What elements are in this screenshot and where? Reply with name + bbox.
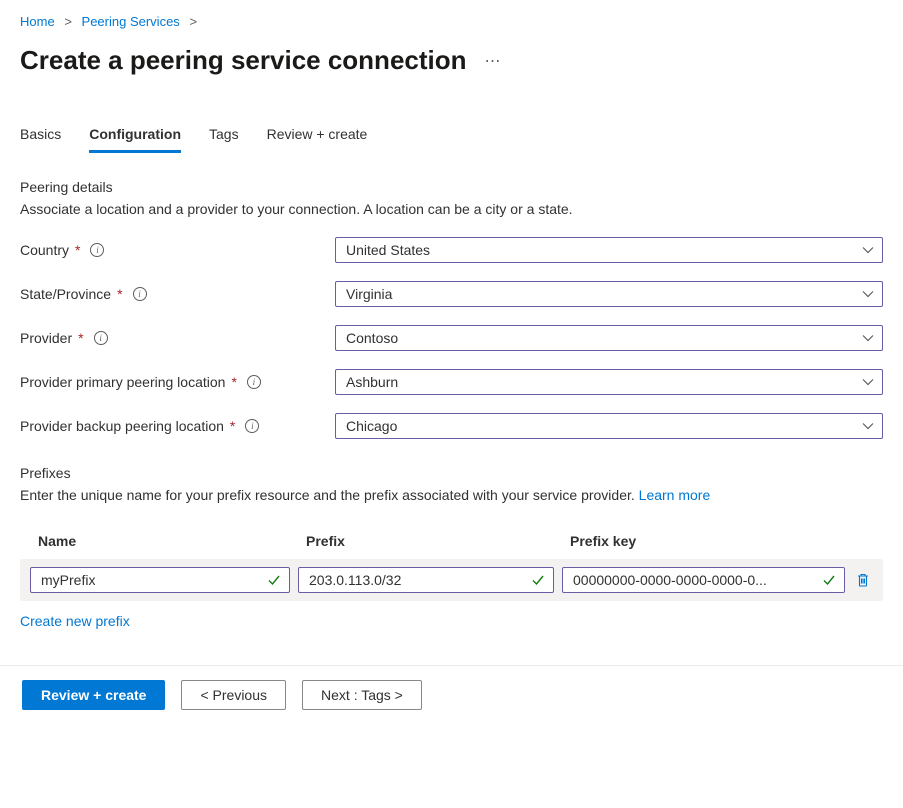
tab-configuration[interactable]: Configuration bbox=[89, 126, 181, 153]
tab-basics[interactable]: Basics bbox=[20, 126, 61, 153]
trash-icon bbox=[855, 572, 871, 588]
info-icon[interactable]: i bbox=[245, 419, 259, 433]
chevron-down-icon bbox=[862, 244, 874, 256]
primary-location-label: Provider primary peering location* i bbox=[20, 374, 335, 390]
tab-review-create[interactable]: Review + create bbox=[267, 126, 368, 153]
check-icon bbox=[267, 573, 281, 587]
prefix-name-input[interactable]: myPrefix bbox=[30, 567, 290, 593]
review-create-button[interactable]: Review + create bbox=[22, 680, 165, 710]
peering-details-description: Associate a location and a provider to y… bbox=[20, 201, 883, 217]
prefix-row: myPrefix 203.0.113.0/32 00000000-0000-00… bbox=[20, 559, 883, 601]
provider-value: Contoso bbox=[346, 330, 398, 346]
chevron-down-icon bbox=[862, 376, 874, 388]
peering-details-heading: Peering details bbox=[20, 179, 883, 195]
breadcrumb: Home > Peering Services > bbox=[20, 14, 883, 29]
create-new-prefix-link[interactable]: Create new prefix bbox=[20, 613, 130, 629]
breadcrumb-peering-services[interactable]: Peering Services bbox=[82, 14, 180, 29]
delete-prefix-button[interactable] bbox=[853, 570, 873, 590]
info-icon[interactable]: i bbox=[90, 243, 104, 257]
country-value: United States bbox=[346, 242, 430, 258]
backup-location-value: Chicago bbox=[346, 418, 397, 434]
breadcrumb-separator: > bbox=[189, 14, 197, 29]
footer: Review + create < Previous Next : Tags > bbox=[0, 666, 903, 730]
info-icon[interactable]: i bbox=[133, 287, 147, 301]
previous-button[interactable]: < Previous bbox=[181, 680, 286, 710]
primary-location-value: Ashburn bbox=[346, 374, 398, 390]
primary-location-dropdown[interactable]: Ashburn bbox=[335, 369, 883, 395]
tab-tags[interactable]: Tags bbox=[209, 126, 239, 153]
required-indicator: * bbox=[117, 286, 122, 302]
provider-dropdown[interactable]: Contoso bbox=[335, 325, 883, 351]
next-button[interactable]: Next : Tags > bbox=[302, 680, 422, 710]
required-indicator: * bbox=[78, 330, 83, 346]
country-dropdown[interactable]: United States bbox=[335, 237, 883, 263]
backup-location-dropdown[interactable]: Chicago bbox=[335, 413, 883, 439]
breadcrumb-home[interactable]: Home bbox=[20, 14, 55, 29]
backup-location-label: Provider backup peering location* i bbox=[20, 418, 335, 434]
prefixes-description: Enter the unique name for your prefix re… bbox=[20, 487, 883, 503]
state-dropdown[interactable]: Virginia bbox=[335, 281, 883, 307]
provider-label: Provider* i bbox=[20, 330, 335, 346]
chevron-down-icon bbox=[862, 288, 874, 300]
state-label: State/Province* i bbox=[20, 286, 335, 302]
tabs: Basics Configuration Tags Review + creat… bbox=[20, 126, 883, 153]
column-prefix-key: Prefix key bbox=[570, 533, 865, 549]
page-title: Create a peering service connection bbox=[20, 45, 467, 76]
column-name: Name bbox=[38, 533, 306, 549]
country-label: Country* i bbox=[20, 242, 335, 258]
column-prefix: Prefix bbox=[306, 533, 570, 549]
prefix-value-input[interactable]: 203.0.113.0/32 bbox=[298, 567, 554, 593]
info-icon[interactable]: i bbox=[94, 331, 108, 345]
more-actions-button[interactable]: ⋯ bbox=[485, 51, 503, 71]
learn-more-link[interactable]: Learn more bbox=[639, 487, 711, 503]
prefix-key-input[interactable]: 00000000-0000-0000-0000-0... bbox=[562, 567, 845, 593]
chevron-down-icon bbox=[862, 332, 874, 344]
prefixes-heading: Prefixes bbox=[20, 465, 883, 481]
check-icon bbox=[531, 573, 545, 587]
required-indicator: * bbox=[231, 374, 236, 390]
required-indicator: * bbox=[230, 418, 235, 434]
check-icon bbox=[822, 573, 836, 587]
chevron-down-icon bbox=[862, 420, 874, 432]
breadcrumb-separator: > bbox=[64, 14, 72, 29]
info-icon[interactable]: i bbox=[247, 375, 261, 389]
required-indicator: * bbox=[75, 242, 80, 258]
prefix-table-header: Name Prefix Prefix key bbox=[20, 523, 883, 559]
state-value: Virginia bbox=[346, 286, 392, 302]
